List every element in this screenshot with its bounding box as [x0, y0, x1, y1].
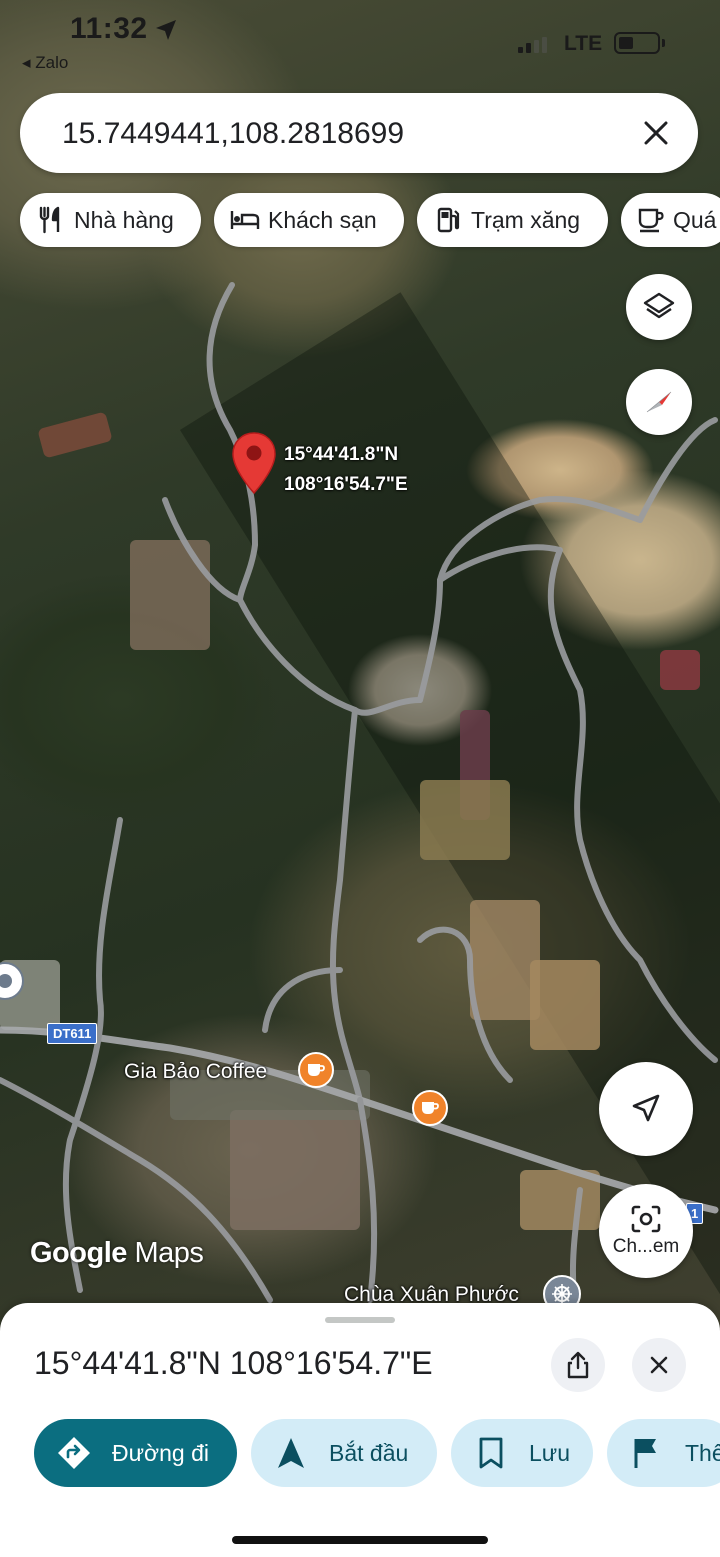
layers-button[interactable]: [626, 274, 692, 340]
action-label: Thê: [685, 1439, 720, 1466]
home-indicator: [232, 1536, 488, 1544]
battery-tip: [662, 39, 665, 47]
chip-label: Trạm xăng: [471, 206, 581, 233]
chip-label: Khách sạn: [268, 206, 377, 233]
action-label: Bắt đầu: [329, 1439, 409, 1466]
close-sheet-button[interactable]: [632, 1338, 686, 1392]
location-arrow-icon: [156, 20, 176, 40]
search-input[interactable]: 15.7449441,108.2818699: [62, 117, 404, 151]
screenshot-search-button[interactable]: Ch...em: [599, 1184, 693, 1278]
screenshot-button-label: Ch...em: [612, 1236, 680, 1257]
back-to-app-link[interactable]: ◂ Zalo: [22, 53, 68, 73]
chip-label: Quá: [673, 206, 717, 233]
navigation-arrow-icon: [632, 1094, 660, 1122]
coffee-poi-icon[interactable]: [412, 1090, 448, 1126]
directions-button[interactable]: Đường đi: [34, 1419, 237, 1487]
start-button[interactable]: Bắt đầu: [251, 1419, 437, 1487]
poi-coffee-label[interactable]: Gia Bảo Coffee: [124, 1060, 267, 1084]
location-pin-icon[interactable]: [232, 432, 276, 494]
road-shield: DT611: [47, 1023, 98, 1044]
hotel-icon: [230, 205, 260, 235]
sheet-drag-handle[interactable]: [325, 1317, 395, 1323]
add-label-button[interactable]: Thê: [607, 1419, 720, 1487]
search-bar[interactable]: 15.7449441,108.2818699: [20, 93, 698, 173]
lens-camera-icon: [631, 1205, 661, 1233]
share-button[interactable]: [551, 1338, 605, 1392]
chip-cafes[interactable]: Quá: [621, 193, 720, 247]
compass-icon: [646, 391, 672, 413]
status-bar: 11:32 ◂ Zalo LTE: [0, 0, 720, 80]
flag-icon: [629, 1435, 665, 1471]
bottom-sheet[interactable]: 15°44'41.8"N 108°16'54.7"E Đường đi Bắt …: [0, 1303, 720, 1557]
my-location-button[interactable]: [599, 1062, 693, 1156]
battery-icon: [614, 32, 660, 54]
pin-coordinates-label: 15°44'41.8"N 108°16'54.7"E: [284, 440, 408, 500]
coffee-icon: [637, 205, 665, 235]
navigation-icon: [273, 1435, 309, 1471]
share-icon: [567, 1351, 589, 1379]
action-label: Đường đi: [112, 1439, 209, 1466]
pin-lng: 108°16'54.7"E: [284, 474, 408, 495]
layers-icon: [643, 292, 675, 319]
action-label: Lưu: [529, 1439, 570, 1466]
pin-lat: 15°44'41.8"N: [284, 444, 399, 465]
restaurant-icon: [36, 205, 66, 235]
bookmark-icon: [473, 1435, 509, 1471]
directions-icon: [56, 1435, 92, 1471]
close-icon[interactable]: [638, 115, 674, 151]
save-button[interactable]: Lưu: [451, 1419, 593, 1487]
chip-gas-stations[interactable]: Trạm xăng: [417, 193, 608, 247]
compass-button[interactable]: [626, 369, 692, 435]
gas-station-icon: [433, 205, 463, 235]
close-icon: [650, 1356, 668, 1374]
status-time: 11:32: [70, 12, 148, 45]
chip-restaurants[interactable]: Nhà hàng: [20, 193, 201, 247]
sheet-title: 15°44'41.8"N 108°16'54.7"E: [34, 1345, 433, 1381]
coffee-poi-icon[interactable]: [298, 1052, 334, 1088]
chip-label: Nhà hàng: [74, 206, 174, 233]
network-type: LTE: [564, 32, 603, 55]
signal-icon: [518, 37, 547, 53]
google-maps-watermark: Google Maps: [30, 1237, 204, 1269]
chip-hotels[interactable]: Khách sạn: [214, 193, 404, 247]
